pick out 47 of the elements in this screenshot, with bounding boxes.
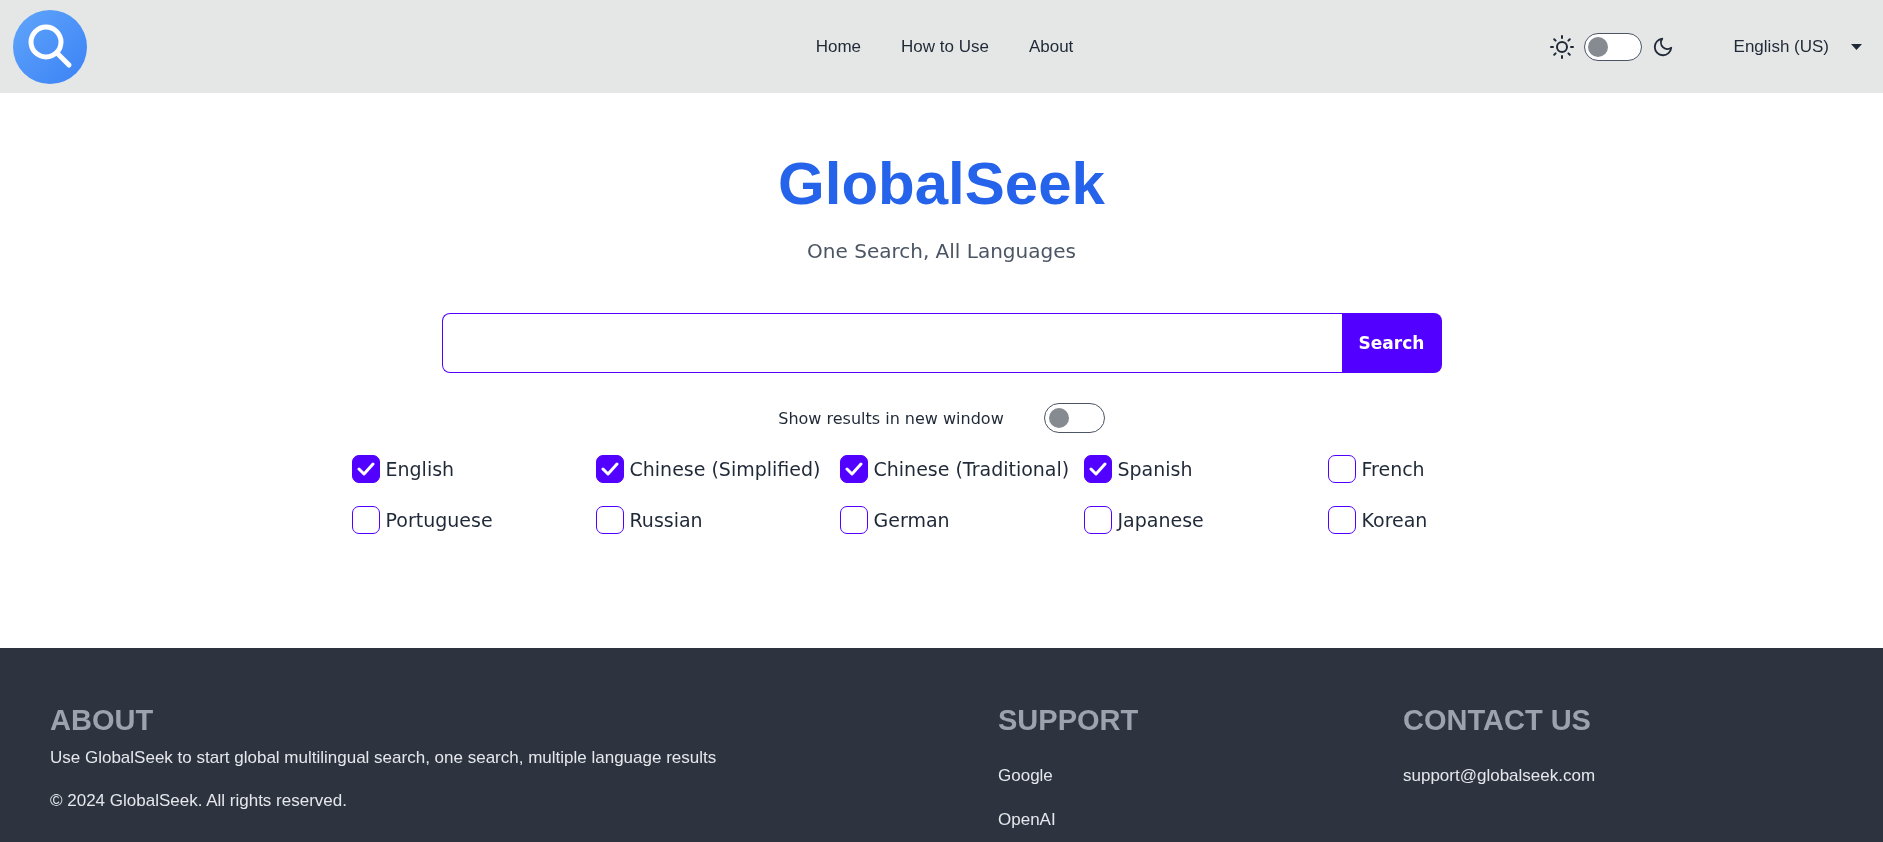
checkbox[interactable] <box>839 506 868 534</box>
about-text: Use GlobalSeek to start global multilingual search, one search, multiple language results <box>50 748 718 768</box>
email-link[interactable]: support@globalseek.com <box>1403 766 1596 786</box>
moon-icon <box>1651 35 1674 58</box>
new-window-toggle[interactable] <box>1043 403 1105 433</box>
sun-icon <box>1549 34 1574 59</box>
checkbox-label: English <box>385 458 455 480</box>
footer-link[interactable]: OpenAI <box>998 810 1403 830</box>
tagline: One Search, All Languages <box>807 239 1076 263</box>
checkbox-label: Chinese (Traditional) <box>873 458 1070 480</box>
checkbox-label: German <box>873 509 950 531</box>
section-heading: SUPPORT <box>998 704 1140 736</box>
copyright-text: © 2024 GlobalSeek. All rights reserved. <box>50 791 348 811</box>
caret-icon <box>1851 43 1862 50</box>
section-heading: CONTACT US <box>1403 704 1592 736</box>
checkbox[interactable] <box>351 455 380 483</box>
check-icon <box>600 462 619 476</box>
checkbox-label: Korean <box>1361 509 1428 531</box>
checkbox-label: Spanish <box>1117 458 1193 480</box>
nav-link[interactable]: About <box>1028 36 1074 57</box>
nav-link[interactable]: Home <box>815 36 861 57</box>
check-icon <box>1088 462 1107 476</box>
footer-link[interactable]: Google <box>998 766 1403 786</box>
search-logo-icon[interactable] <box>13 9 87 84</box>
checkbox[interactable] <box>595 506 624 534</box>
checkbox-label: Japanese <box>1117 509 1204 531</box>
checkbox-label: Russian <box>629 509 703 531</box>
section-heading: ABOUT <box>50 704 155 736</box>
check-icon <box>844 462 863 476</box>
checkbox[interactable] <box>1083 506 1112 534</box>
checkbox[interactable] <box>839 455 868 483</box>
checkbox[interactable] <box>351 506 380 534</box>
search-field[interactable] <box>441 313 1342 373</box>
checkbox-label: Portuguese <box>385 509 493 531</box>
checkbox[interactable] <box>595 455 624 483</box>
toggle-label: Show results in new window <box>778 408 1004 428</box>
site-title: GlobalSeek <box>778 149 1105 219</box>
search-button[interactable]: Search <box>1341 313 1442 373</box>
nav-link[interactable]: How to Use <box>901 36 989 57</box>
checkbox[interactable] <box>1327 455 1356 483</box>
language-select[interactable]: English (US) <box>1733 36 1870 57</box>
checkbox[interactable] <box>1083 455 1112 483</box>
checkbox[interactable] <box>1327 506 1356 534</box>
checkbox-label: Chinese (Simplified) <box>629 458 821 480</box>
checkbox-label: French <box>1361 458 1425 480</box>
check-icon <box>356 462 375 476</box>
theme-toggle[interactable] <box>1583 32 1642 61</box>
